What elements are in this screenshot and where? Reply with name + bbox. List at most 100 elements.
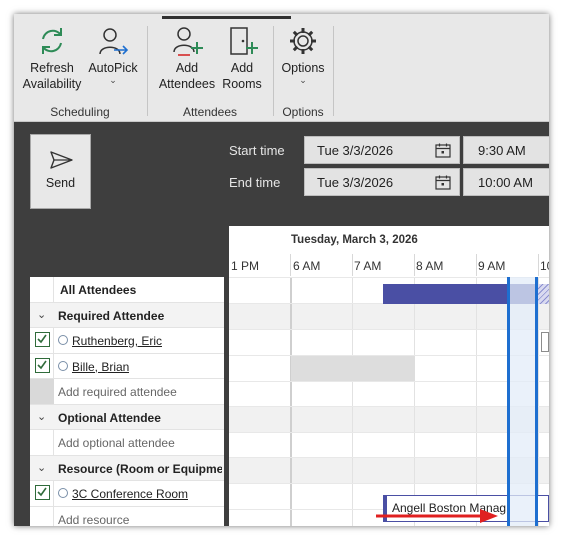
autopick-icon xyxy=(99,28,129,55)
scheduling-group: Refresh Availability AutoPick ⌄ Scheduli… xyxy=(14,14,146,122)
resource-name[interactable]: 3C Conference Room xyxy=(72,487,188,501)
row-gutter xyxy=(30,506,54,526)
resource-header-band xyxy=(229,457,549,483)
attendee-list: All Attendees ⌄ Required Attendee Ruthen… xyxy=(30,277,224,526)
attendee-name[interactable]: Ruthenberg, Eric xyxy=(72,334,162,348)
all-attendees-row: All Attendees xyxy=(30,277,224,303)
options-group: Options ⌄ Options xyxy=(274,14,332,122)
add-resource-row[interactable]: Add resource xyxy=(30,506,224,527)
checkmark-icon xyxy=(37,487,47,497)
grid-row-line xyxy=(229,483,549,484)
grid-column-line xyxy=(414,277,415,526)
checkmark-icon xyxy=(37,360,47,369)
add-attendees-button[interactable]: Add Attendees xyxy=(156,24,218,92)
calendar-icon[interactable] xyxy=(435,175,451,190)
row-gutter xyxy=(30,353,54,378)
options-group-label: Options xyxy=(282,105,324,119)
hour-divider xyxy=(476,254,477,276)
end-time-label: End time xyxy=(229,175,281,190)
required-attendee-header[interactable]: ⌄ Required Attendee xyxy=(30,302,224,328)
hour-divider xyxy=(414,254,415,276)
checkmark-icon xyxy=(37,334,47,344)
end-date-picker[interactable]: Tue 3/3/2026 xyxy=(304,168,460,196)
end-date-value: Tue 3/3/2026 xyxy=(317,175,394,190)
row-gutter xyxy=(30,430,54,455)
day-divider xyxy=(290,277,292,526)
add-optional-row[interactable]: Add optional attendee xyxy=(30,430,224,456)
attendee-checkbox[interactable] xyxy=(35,332,50,347)
scheduling-grid[interactable]: Tuesday, March 3, 2026 1 PM 6 AM 7 AM 8 … xyxy=(229,226,549,526)
autopick-label: AutoPick xyxy=(88,61,138,75)
add-room-icon xyxy=(230,27,258,55)
grid-date-header: Tuesday, March 3, 2026 xyxy=(291,234,418,246)
add-rooms-button[interactable]: Add Rooms xyxy=(220,24,264,92)
send-icon xyxy=(49,151,73,169)
add-rooms-line2: Rooms xyxy=(222,77,262,91)
grid-column-line xyxy=(538,277,539,526)
grid-column-line xyxy=(476,277,477,526)
start-date-picker[interactable]: Tue 3/3/2026 xyxy=(304,136,460,164)
resource-label: Resource (Room or Equipme... xyxy=(58,461,222,476)
grid-row-line xyxy=(229,277,549,278)
hour-label: 10 xyxy=(540,259,549,273)
add-resource-input[interactable]: Add resource xyxy=(58,513,129,527)
tentative-block xyxy=(541,332,549,352)
hour-divider xyxy=(538,254,539,276)
hour-label: 6 AM xyxy=(293,259,321,273)
refresh-icon xyxy=(42,28,62,54)
calendar-icon[interactable] xyxy=(435,143,451,158)
add-required-attendee-input[interactable]: Add required attendee xyxy=(58,385,177,399)
attendees-group-label: Attendees xyxy=(182,105,238,119)
optional-attendee-header[interactable]: ⌄ Optional Attendee xyxy=(30,404,224,430)
grid-row-line xyxy=(229,381,549,382)
start-time-label: Start time xyxy=(229,143,285,158)
start-time-picker[interactable]: 9:30 AM xyxy=(463,136,549,164)
autopick-button[interactable]: AutoPick ⌄ xyxy=(84,24,142,85)
optional-attendee-label: Optional Attendee xyxy=(58,410,161,425)
add-attendees-line2: Attendees xyxy=(158,77,216,91)
refresh-availability-button[interactable]: Refresh Availability xyxy=(20,24,84,92)
selected-meeting-time[interactable] xyxy=(507,277,538,526)
resource-checkbox[interactable] xyxy=(35,485,50,500)
hour-divider xyxy=(352,254,353,276)
optional-header-band xyxy=(229,406,549,432)
row-gutter xyxy=(30,379,54,404)
refresh-label-line1: Refresh xyxy=(30,61,74,75)
add-rooms-line1: Add xyxy=(230,61,254,75)
row-gutter xyxy=(30,277,54,302)
add-optional-attendee-input[interactable]: Add optional attendee xyxy=(58,436,175,450)
presence-icon xyxy=(58,488,68,498)
chevron-down-icon: ⌄ xyxy=(109,75,117,85)
scheduling-group-label: Scheduling xyxy=(50,105,110,119)
grid-column-line xyxy=(352,277,353,526)
scheduling-assistant-window: Refresh Availability AutoPick ⌄ Scheduli… xyxy=(14,14,549,526)
chevron-down-icon[interactable]: ⌄ xyxy=(37,461,46,474)
hour-divider xyxy=(290,254,291,276)
grid-row-line xyxy=(229,457,549,458)
required-header-band xyxy=(229,303,549,329)
add-required-row[interactable]: Add required attendee xyxy=(30,379,224,405)
chevron-down-icon[interactable]: ⌄ xyxy=(37,308,46,321)
attendee-row[interactable]: Ruthenberg, Eric xyxy=(30,328,224,354)
presence-icon xyxy=(58,335,68,345)
attendee-name[interactable]: Bille, Brian xyxy=(72,360,129,374)
hour-label: 1 PM xyxy=(231,259,260,273)
hour-label: 8 AM xyxy=(416,259,444,273)
hour-label: 9 AM xyxy=(478,259,506,273)
red-arrow-icon xyxy=(376,509,498,523)
tentative-block xyxy=(538,284,549,304)
attendee-row[interactable]: Bille, Brian xyxy=(30,353,224,379)
refresh-label-line2: Availability xyxy=(22,77,82,91)
end-time-picker[interactable]: 10:00 AM xyxy=(463,168,549,196)
attendee-checkbox[interactable] xyxy=(35,357,50,373)
add-person-icon xyxy=(173,27,203,56)
send-button[interactable]: Send xyxy=(30,134,91,209)
chevron-down-icon[interactable]: ⌄ xyxy=(37,410,46,423)
no-info-block xyxy=(291,356,415,381)
resource-header[interactable]: ⌄ Resource (Room or Equipme... xyxy=(30,455,224,481)
options-button[interactable]: Options ⌄ xyxy=(276,24,330,85)
end-time-value: 10:00 AM xyxy=(478,175,533,190)
resource-row[interactable]: 3C Conference Room xyxy=(30,481,224,507)
options-label: Options xyxy=(281,61,325,75)
grid-row-line xyxy=(229,329,549,330)
